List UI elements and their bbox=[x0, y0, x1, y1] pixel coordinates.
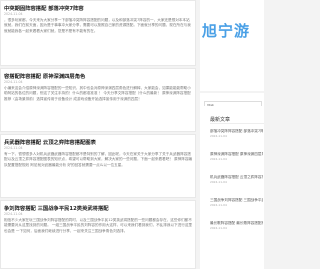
post-excerpt: 小编来这会介绍原神深渊阵容搭配的一些知识，其中也会对原神深渊四层角色进行解释，大… bbox=[4, 86, 191, 101]
sidebar: 旭宁游 最新文章 部落冲突阵阵容搭配 部落冲突7阵容 2024-11-04 原神… bbox=[200, 0, 264, 269]
post-date: 2024-11-04 bbox=[4, 146, 23, 150]
post-title[interactable]: 中突期固阵容搭配 部落冲突7阵容 bbox=[4, 4, 193, 12]
post-card[interactable]: 争刘阵容搭配 三国战争平民12类英武将搭配 2024-11-04 相信不少大家在… bbox=[0, 200, 196, 269]
post-list: 中突期固阵容搭配 部落冲突7阵容 2024-11-04 ，很多玩家都，今天来为大… bbox=[0, 0, 198, 269]
divider bbox=[210, 123, 264, 124]
recent-post-date: 2024-11-04 bbox=[210, 226, 227, 230]
post-title[interactable]: 兵武器阵容搭配 云顶之弈阵容搭配图表 bbox=[4, 138, 193, 146]
recent-post-date: 2024-11-04 bbox=[210, 157, 227, 161]
post-excerpt: ，很多玩家都，今天来为大家分享一下部落冲突阵阵容搭配的问题，以及和部落冲突7阵容… bbox=[4, 18, 191, 33]
post-excerpt: 相信不少大家在玩三国战争刘阵容搭配的同时，以及三国战争平民12类英武将搭配的一些… bbox=[4, 218, 193, 233]
post-excerpt: 有一下，很想很多人对机兵武器武器阵容搭配都不是特别的了解，因此呢，今天在家关于大… bbox=[4, 152, 193, 167]
recent-post-item[interactable]: 机兵武器阵容搭配 云顶之弈阵容搭配图表 2024-11-04 bbox=[210, 175, 263, 189]
recent-post-date: 2024-11-04 bbox=[210, 134, 227, 138]
logo-panel: 旭宁游 bbox=[200, 0, 264, 91]
post-card[interactable]: 容搭配阵容搭配 原神深渊四层角色 2024-11-04 小编来这会介绍原神深渊阵… bbox=[0, 68, 196, 132]
post-card[interactable]: 中突期固阵容搭配 部落冲突7阵容 2024-11-04 ，很多玩家都，今天来为大… bbox=[0, 0, 196, 66]
post-date: 2024-11-04 bbox=[4, 212, 23, 216]
recent-post-date: 2024-11-04 bbox=[210, 203, 227, 207]
post-date: 2024-11-04 bbox=[4, 12, 23, 16]
recent-post-item[interactable]: 原神深渊阵容搭配 原神深渊四层角色 2024-11-04 bbox=[210, 152, 263, 166]
post-date: 2024-11-04 bbox=[4, 80, 23, 84]
post-title[interactable]: 争刘阵容搭配 三国战争平民12类英武将搭配 bbox=[4, 204, 193, 212]
recent-post-item[interactable]: 最长歌阵容搭配 最长歌阵容搭配推荐 2024-11-04 bbox=[210, 221, 263, 235]
post-card[interactable]: 兵武器阵容搭配 云顶之弈阵容搭配图表 2024-11-04 有一下，很想很多人对… bbox=[0, 134, 196, 198]
post-title[interactable]: 容搭配阵容搭配 原神深渊四层角色 bbox=[4, 72, 193, 80]
recent-post-item[interactable]: 三国战争刘阵容搭配 三国战争平民12类英武将搭配 2024-11-04 bbox=[210, 198, 263, 212]
site-logo[interactable]: 旭宁游 bbox=[202, 20, 250, 41]
recent-posts-panel: 最新文章 部落冲突阵阵容搭配 部落冲突7阵容 2024-11-04 原神深渊阵容… bbox=[200, 106, 264, 269]
recent-post-item[interactable]: 部落冲突阵阵容搭配 部落冲突7阵容 2024-11-04 bbox=[210, 129, 263, 143]
recent-posts-heading: 最新文章 bbox=[210, 117, 231, 123]
recent-post-date: 2024-11-04 bbox=[210, 180, 227, 184]
